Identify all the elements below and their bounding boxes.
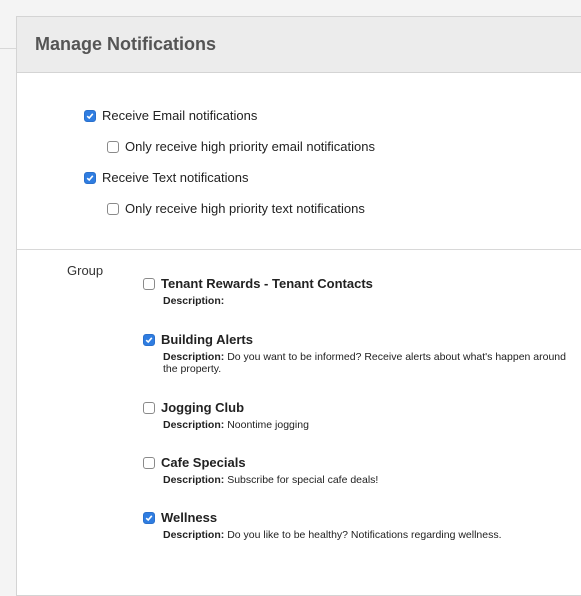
description-text: Subscribe for special cafe deals! (227, 474, 379, 486)
high-priority-email-label: Only receive high priority email notific… (125, 139, 375, 154)
group-option-building-alerts[interactable]: Building Alerts (143, 332, 581, 347)
wellness-checkbox[interactable] (143, 511, 155, 524)
cafe-specials-checkbox[interactable] (143, 456, 155, 469)
tenant-rewards-checkbox[interactable] (143, 277, 155, 290)
group-item-cafe-specials: Cafe Specials Description: Subscribe for… (143, 455, 581, 486)
description-text: Noontime jogging (227, 419, 309, 431)
description-label: Description: (163, 419, 225, 431)
notification-options-section: Receive Email notifications Only receive… (17, 73, 581, 250)
group-name: Building Alerts (161, 332, 253, 347)
email-notifications-checkbox[interactable] (84, 109, 96, 122)
group-option-cafe-specials[interactable]: Cafe Specials (143, 455, 581, 470)
group-label: Group (67, 263, 104, 278)
group-name: Cafe Specials (161, 455, 246, 470)
group-option-jogging-club[interactable]: Jogging Club (143, 400, 581, 415)
high-priority-text-label: Only receive high priority text notifica… (125, 201, 365, 216)
group-description: Description: Do you like to be healthy? … (163, 529, 581, 541)
high-priority-text-checkbox[interactable] (107, 202, 119, 215)
group-description: Description: (163, 295, 581, 307)
high-priority-text-option[interactable]: Only receive high priority text notifica… (107, 201, 365, 216)
text-notifications-option[interactable]: Receive Text notifications (84, 170, 248, 185)
high-priority-email-option[interactable]: Only receive high priority email notific… (107, 139, 375, 154)
group-name: Jogging Club (161, 400, 245, 415)
group-name: Wellness (161, 510, 218, 525)
description-label: Description: (163, 295, 225, 307)
description-text: Do you like to be healthy? Notifications… (227, 529, 502, 541)
description-label: Description: (163, 529, 225, 541)
description-label: Description: (163, 474, 225, 486)
group-description: Description: Do you want to be informed?… (163, 351, 581, 375)
building-alerts-checkbox[interactable] (143, 333, 155, 346)
panel-header: Manage Notifications (17, 17, 581, 73)
email-notifications-option[interactable]: Receive Email notifications (84, 108, 257, 123)
group-description: Description: Subscribe for special cafe … (163, 474, 581, 486)
high-priority-email-checkbox[interactable] (107, 140, 119, 153)
group-option-wellness[interactable]: Wellness (143, 510, 581, 525)
group-option-tenant-rewards[interactable]: Tenant Rewards - Tenant Contacts (143, 276, 581, 291)
text-notifications-checkbox[interactable] (84, 171, 96, 184)
group-item-jogging-club: Jogging Club Description: Noontime joggi… (143, 400, 581, 431)
jogging-club-checkbox[interactable] (143, 401, 155, 414)
group-item-tenant-rewards: Tenant Rewards - Tenant Contacts Descrip… (143, 276, 581, 307)
group-item-wellness: Wellness Description: Do you like to be … (143, 510, 581, 541)
email-notifications-label: Receive Email notifications (102, 108, 258, 123)
description-text: Do you want to be informed? Receive aler… (163, 351, 566, 375)
group-name: Tenant Rewards - Tenant Contacts (161, 276, 373, 291)
description-label: Description: (163, 351, 225, 363)
group-description: Description: Noontime jogging (163, 419, 581, 431)
panel-title: Manage Notifications (35, 34, 217, 54)
text-notifications-label: Receive Text notifications (102, 170, 249, 185)
group-item-building-alerts: Building Alerts Description: Do you want… (143, 332, 581, 375)
